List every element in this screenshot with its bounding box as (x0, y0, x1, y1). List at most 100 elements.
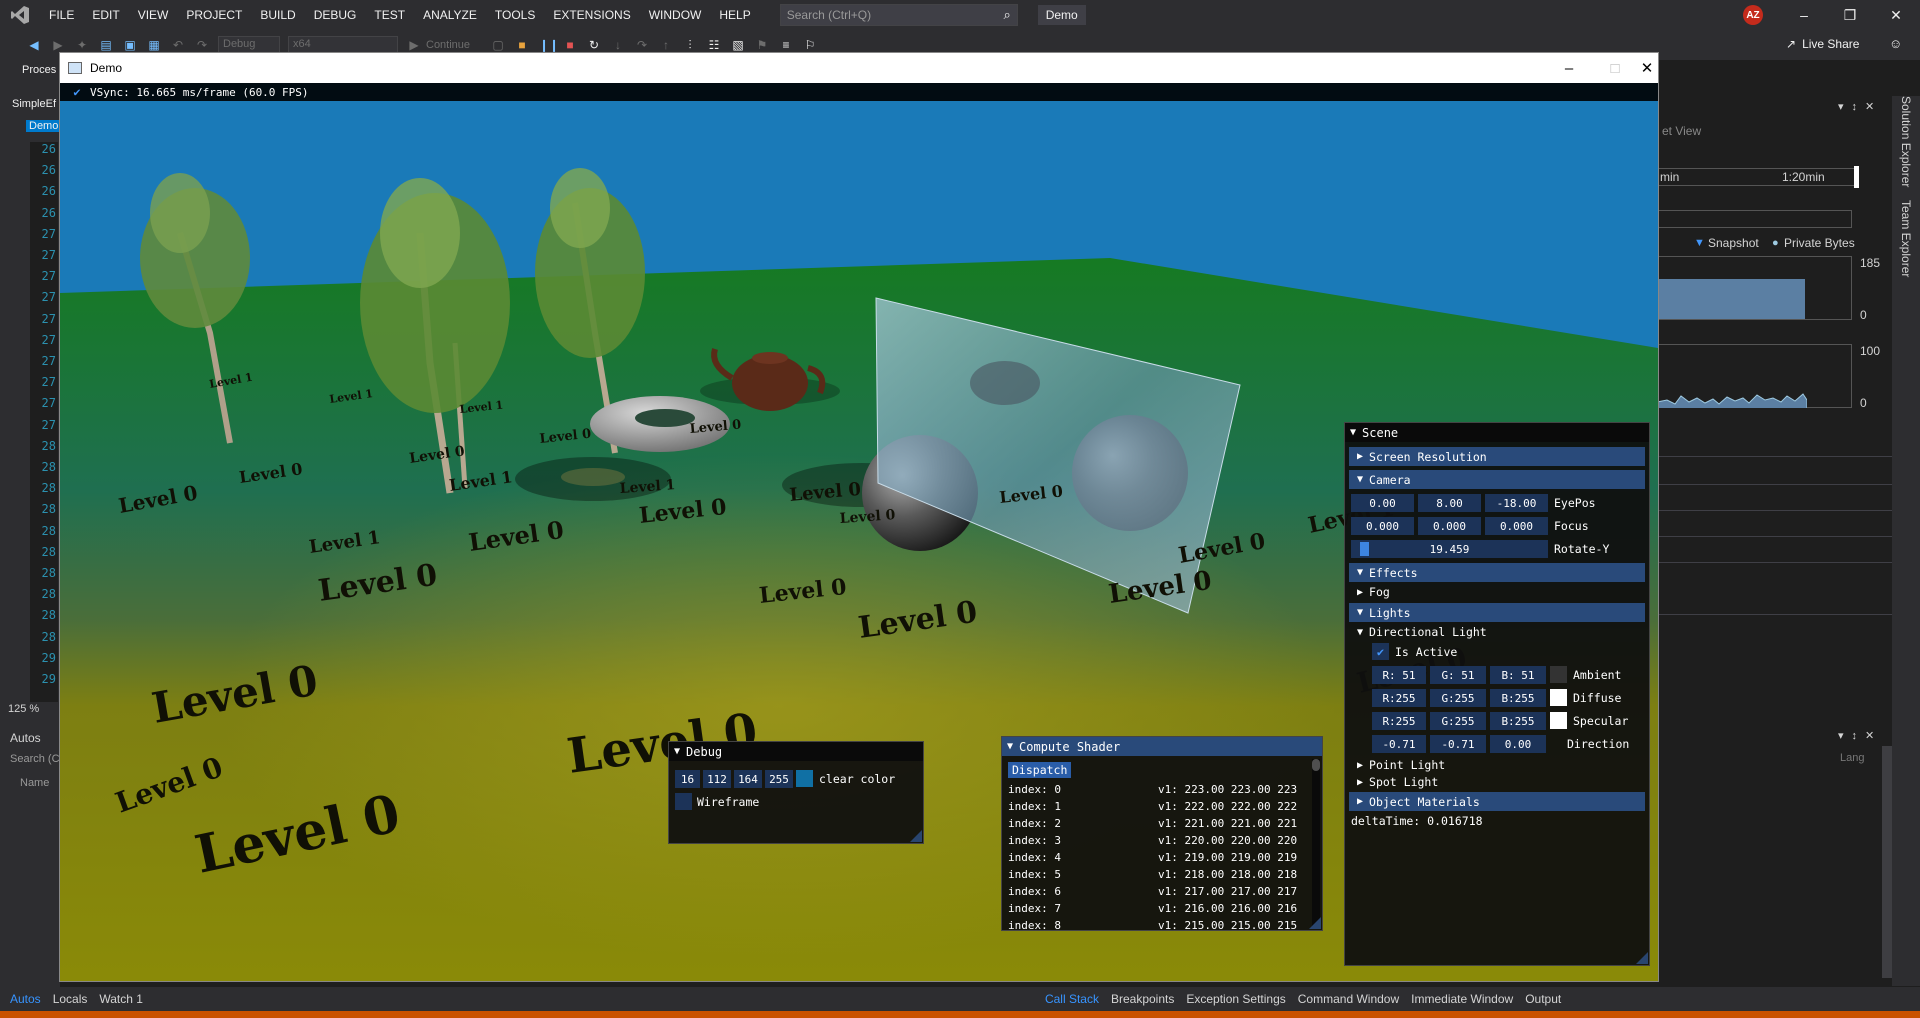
clear-color-a[interactable]: 255 (765, 770, 793, 788)
collapse-icon[interactable]: ▼ (1350, 427, 1356, 438)
vs-search-input[interactable]: Search (Ctrl+Q) ⌕ (779, 4, 1018, 26)
collapse-icon[interactable]: ▼ (1007, 741, 1013, 752)
dropdown-icon[interactable]: ▾ (1838, 730, 1852, 742)
restart-icon[interactable]: ↻ (587, 38, 601, 52)
minimize-icon[interactable]: – (1781, 0, 1827, 30)
menu-file[interactable]: FILE (40, 0, 83, 30)
stop-icon[interactable]: ■ (563, 38, 577, 52)
focus-y[interactable]: 0.000 (1418, 517, 1481, 535)
menu-debug[interactable]: DEBUG (305, 0, 366, 30)
directional-light-tree-node[interactable]: ▼ Directional Light (1349, 623, 1487, 641)
user-avatar[interactable]: AZ (1743, 5, 1763, 25)
resize-grip[interactable] (910, 830, 922, 842)
save-icon[interactable]: ▣ (123, 38, 137, 52)
direction-x[interactable]: -0.71 (1372, 735, 1426, 753)
step-over-icon[interactable]: ↷ (635, 38, 649, 52)
focus-x[interactable]: 0.000 (1351, 517, 1414, 535)
screen-resolution-header[interactable]: ▶ Screen Resolution (1349, 447, 1645, 466)
focus-z[interactable]: 0.000 (1485, 517, 1548, 535)
tab-demo[interactable]: Demo (26, 120, 62, 132)
tab-watch-1[interactable]: Watch 1 (93, 992, 149, 1006)
lights-header[interactable]: ▼ Lights (1349, 603, 1645, 622)
scrollbar[interactable] (1882, 746, 1892, 978)
specular-swatch[interactable] (1550, 712, 1567, 729)
open-folder-icon[interactable]: ▤ (99, 38, 113, 52)
step-into-icon[interactable]: ↓ (611, 38, 625, 52)
menu-analyze[interactable]: ANALYZE (414, 0, 486, 30)
demo-close-icon[interactable]: ✕ (1636, 53, 1658, 83)
process-icon[interactable]: ▢ (491, 38, 505, 52)
pin-icon[interactable]: ↕ (1852, 730, 1866, 742)
direction-z[interactable]: 0.00 (1490, 735, 1546, 753)
autos-search-input[interactable]: Search (C (10, 753, 60, 765)
undo-icon[interactable]: ↶ (171, 38, 185, 52)
object-materials-header[interactable]: ▶ Object Materials (1349, 792, 1645, 811)
pin-icon[interactable]: ↕ (1852, 101, 1866, 113)
effects-header[interactable]: ▼ Effects (1349, 563, 1645, 582)
bookmark-icon[interactable]: ⚑ (755, 38, 769, 52)
dispatch-button[interactable]: Dispatch (1008, 762, 1072, 778)
eyepos-z[interactable]: -18.00 (1485, 494, 1548, 512)
scene-panel-titlebar[interactable]: ▼ Scene (1345, 423, 1649, 442)
specular-r[interactable]: R:255 (1372, 712, 1426, 730)
ambient-r[interactable]: R: 51 (1372, 666, 1426, 684)
menu-help[interactable]: HELP (710, 0, 759, 30)
collapse-icon[interactable]: ▼ (674, 746, 680, 757)
camera-header[interactable]: ▼ Camera (1349, 470, 1645, 489)
live-share-button[interactable]: ↗ Live Share (1786, 37, 1859, 51)
thread-icon[interactable]: ⫶ (683, 38, 697, 52)
menu-tools[interactable]: TOOLS (486, 0, 544, 30)
diffuse-r[interactable]: R:255 (1372, 689, 1426, 707)
rotate-y-slider-grab[interactable] (1359, 542, 1369, 556)
demo-maximize-icon[interactable]: □ (1592, 53, 1638, 83)
vsync-checkbox[interactable]: ✔ (70, 85, 84, 99)
step-out-icon[interactable]: ↑ (659, 38, 673, 52)
tab-locals[interactable]: Locals (47, 992, 94, 1006)
ambient-b[interactable]: B: 51 (1490, 666, 1546, 684)
menu-test[interactable]: TEST (365, 0, 414, 30)
scrollbar[interactable] (1312, 759, 1320, 929)
comment-icon[interactable]: ≡ (779, 38, 793, 52)
menu-view[interactable]: VIEW (129, 0, 178, 30)
diffuse-swatch[interactable] (1550, 689, 1567, 706)
pause-icon[interactable]: ❙❙ (539, 38, 559, 52)
menu-project[interactable]: PROJECT (177, 0, 251, 30)
demo-minimize-icon[interactable]: – (1546, 53, 1592, 83)
dropdown-icon[interactable]: ▾ (1838, 101, 1852, 113)
graphics-icon[interactable]: ☷ (707, 38, 721, 52)
redo-icon[interactable]: ↷ (195, 38, 209, 52)
restore-icon[interactable]: ❐ (1827, 0, 1873, 30)
menu-extensions[interactable]: EXTENSIONS (544, 0, 639, 30)
tab-source-file[interactable]: SimpleEf (12, 98, 56, 110)
debug-panel-titlebar[interactable]: ▼ Debug (669, 742, 923, 761)
clear-color-b[interactable]: 164 (734, 770, 762, 788)
eyepos-y[interactable]: 8.00 (1418, 494, 1481, 512)
timeline-marker[interactable] (1854, 166, 1859, 188)
specular-b[interactable]: B:255 (1490, 712, 1546, 730)
wireframe-checkbox[interactable] (675, 793, 692, 810)
compute-panel-titlebar[interactable]: ▼ Compute Shader (1002, 737, 1322, 756)
close-icon[interactable]: ✕ (1873, 0, 1919, 30)
tab-call-stack[interactable]: Call Stack (1039, 992, 1105, 1006)
clear-color-r[interactable]: 16 (675, 770, 700, 788)
ambient-g[interactable]: G: 51 (1430, 666, 1486, 684)
menu-window[interactable]: WINDOW (640, 0, 711, 30)
tab-autos[interactable]: Autos (4, 992, 47, 1006)
tab-team-explorer[interactable]: Team Explorer (1899, 200, 1913, 277)
tab-command-window[interactable]: Command Window (1292, 992, 1405, 1006)
new-project-icon[interactable]: ✦ (75, 38, 89, 52)
diffuse-b[interactable]: B:255 (1490, 689, 1546, 707)
tab-solution-explorer[interactable]: Solution Explorer (1899, 96, 1913, 187)
forward-icon[interactable]: ▶ (51, 38, 65, 52)
frame-capture-icon[interactable]: ▧ (731, 38, 745, 52)
clear-color-g[interactable]: 112 (703, 770, 731, 788)
toggle-bookmark-icon[interactable]: ⚐ (803, 38, 817, 52)
spot-light-tree-node[interactable]: ▶ Spot Light (1349, 773, 1438, 791)
continue-label[interactable]: Continue (426, 39, 486, 51)
back-icon[interactable]: ◀ (27, 38, 41, 52)
diffuse-g[interactable]: G:255 (1430, 689, 1486, 707)
compute-shader-panel[interactable]: ▼ Compute Shader Dispatch index: 0 v1: 22… (1001, 736, 1323, 932)
rotate-y-slider[interactable]: 19.459 (1351, 540, 1548, 558)
scrollbar-thumb[interactable] (1312, 759, 1320, 771)
specular-g[interactable]: G:255 (1430, 712, 1486, 730)
